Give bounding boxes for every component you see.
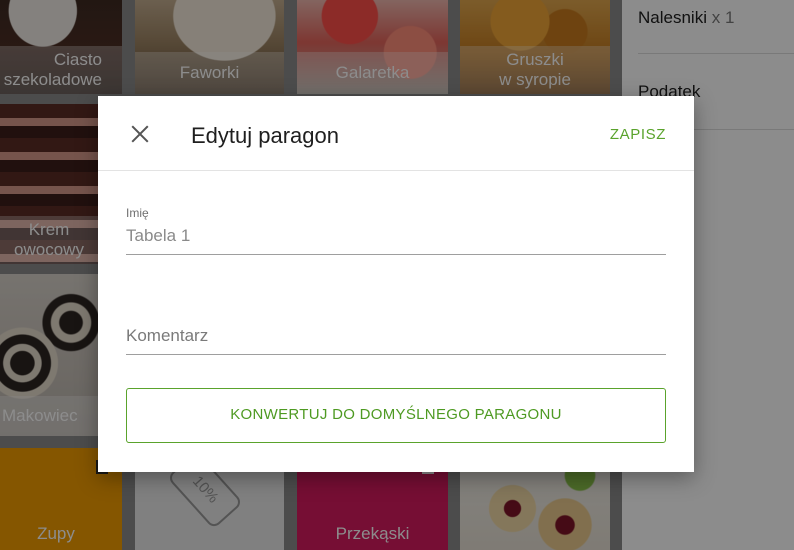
comment-field <box>126 320 666 355</box>
close-icon[interactable] <box>126 120 154 148</box>
save-button[interactable]: ZAPISZ <box>610 126 666 143</box>
name-field-label: Imię <box>126 206 149 220</box>
edit-receipt-dialog: Edytuj paragon ZAPISZ Imię KONWERTUJ DO … <box>98 96 694 472</box>
name-input[interactable] <box>126 220 666 255</box>
dialog-header: Edytuj paragon ZAPISZ <box>98 96 694 171</box>
comment-input[interactable] <box>126 320 666 355</box>
dialog-title: Edytuj paragon <box>191 123 339 148</box>
name-field: Imię <box>126 206 666 255</box>
convert-to-default-receipt-button[interactable]: KONWERTUJ DO DOMYŚLNEGO PARAGONU <box>126 388 666 443</box>
